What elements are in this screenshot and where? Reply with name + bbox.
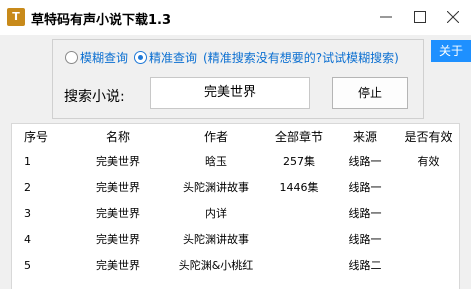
cell-name: 完美世界 — [96, 181, 140, 194]
radio-exact-label[interactable]: 精准查询 — [149, 51, 197, 65]
cell-valid — [396, 252, 459, 278]
stop-button[interactable]: 停止 — [332, 77, 408, 109]
cell-author: 头陀渊&小桃红 — [178, 259, 254, 272]
table-row[interactable]: 5 完美世界 头陀渊&小桃红 线路二 — [12, 252, 459, 278]
table-row[interactable]: 4 完美世界 头陀渊讲故事 线路一 — [12, 226, 459, 252]
cell-index: 3 — [24, 206, 31, 220]
cell-name: 完美世界 — [96, 233, 140, 246]
table-row[interactable]: 3 完美世界 内详 线路一 — [12, 200, 459, 226]
column-header-name[interactable]: 名称 — [68, 124, 168, 148]
window-title: 草特码有声小说下载1.3 — [31, 13, 172, 28]
column-header-source[interactable]: 来源 — [334, 124, 396, 148]
cell-valid — [396, 226, 459, 252]
cell-source: 线路一 — [348, 155, 382, 168]
cell-author: 头陀渊讲故事 — [183, 181, 249, 194]
table-row[interactable]: 1 完美世界 晗玉 257集 线路一 有效 — [12, 148, 459, 174]
cell-source: 线路一 — [348, 181, 382, 194]
cell-index: 4 — [24, 232, 31, 246]
radio-fuzzy[interactable] — [65, 51, 78, 64]
cell-valid — [396, 174, 459, 200]
title-bar: T 草特码有声小说下载1.3 — [0, 0, 471, 35]
cell-chapters: 1446集 — [279, 181, 319, 194]
cell-author: 内详 — [205, 207, 227, 220]
column-header-valid[interactable]: 是否有效 — [396, 124, 459, 148]
search-input[interactable]: 完美世界 — [150, 77, 310, 109]
table-header-row: 序号 名称 作者 全部章节 来源 是否有效 — [12, 124, 459, 148]
close-button[interactable] — [437, 0, 470, 35]
cell-index: 5 — [24, 258, 31, 272]
cell-index: 1 — [24, 154, 31, 168]
column-header-author[interactable]: 作者 — [168, 124, 264, 148]
close-icon — [447, 11, 459, 23]
cell-name: 完美世界 — [96, 207, 140, 220]
column-header-chapters[interactable]: 全部章节 — [264, 124, 334, 148]
radio-exact[interactable] — [134, 51, 148, 64]
cell-chapters — [264, 226, 334, 252]
column-header-index[interactable]: 序号 — [12, 124, 68, 148]
cell-author: 头陀渊讲故事 — [183, 233, 249, 246]
cell-source: 线路二 — [348, 259, 382, 272]
results-table[interactable]: 序号 名称 作者 全部章节 来源 是否有效 1 完美世界 晗玉 257集 线路一… — [11, 123, 460, 289]
maximize-icon — [414, 11, 426, 23]
search-hint: (精准搜索没有想要的?试试模糊搜索) — [203, 51, 399, 65]
search-panel: 模糊查询 精准查询 (精准搜索没有想要的?试试模糊搜索) 搜索小说: 完美世界 停止 — [52, 39, 424, 119]
cell-index: 2 — [24, 180, 31, 194]
table-row[interactable]: 2 完美世界 头陀渊讲故事 1446集 线路一 — [12, 174, 459, 200]
minimize-icon — [380, 16, 392, 18]
maximize-button[interactable] — [404, 0, 437, 35]
cell-chapters: 257集 — [283, 155, 315, 168]
cell-chapters — [264, 252, 334, 278]
search-mode-group: 模糊查询 精准查询 (精准搜索没有想要的?试试模糊搜索) — [65, 49, 399, 69]
cell-author: 晗玉 — [205, 155, 227, 168]
cell-name: 完美世界 — [96, 155, 140, 168]
app-icon: T — [7, 8, 25, 26]
cell-source: 线路一 — [348, 207, 382, 220]
search-field-label: 搜索小说: — [64, 89, 125, 105]
radio-fuzzy-label[interactable]: 模糊查询 — [80, 51, 128, 65]
minimize-button[interactable] — [370, 0, 403, 35]
about-button[interactable]: 关于 — [431, 40, 471, 62]
cell-name: 完美世界 — [96, 259, 140, 272]
cell-source: 线路一 — [348, 233, 382, 246]
cell-chapters — [264, 200, 334, 226]
cell-valid: 有效 — [417, 155, 440, 168]
cell-valid — [396, 200, 459, 226]
